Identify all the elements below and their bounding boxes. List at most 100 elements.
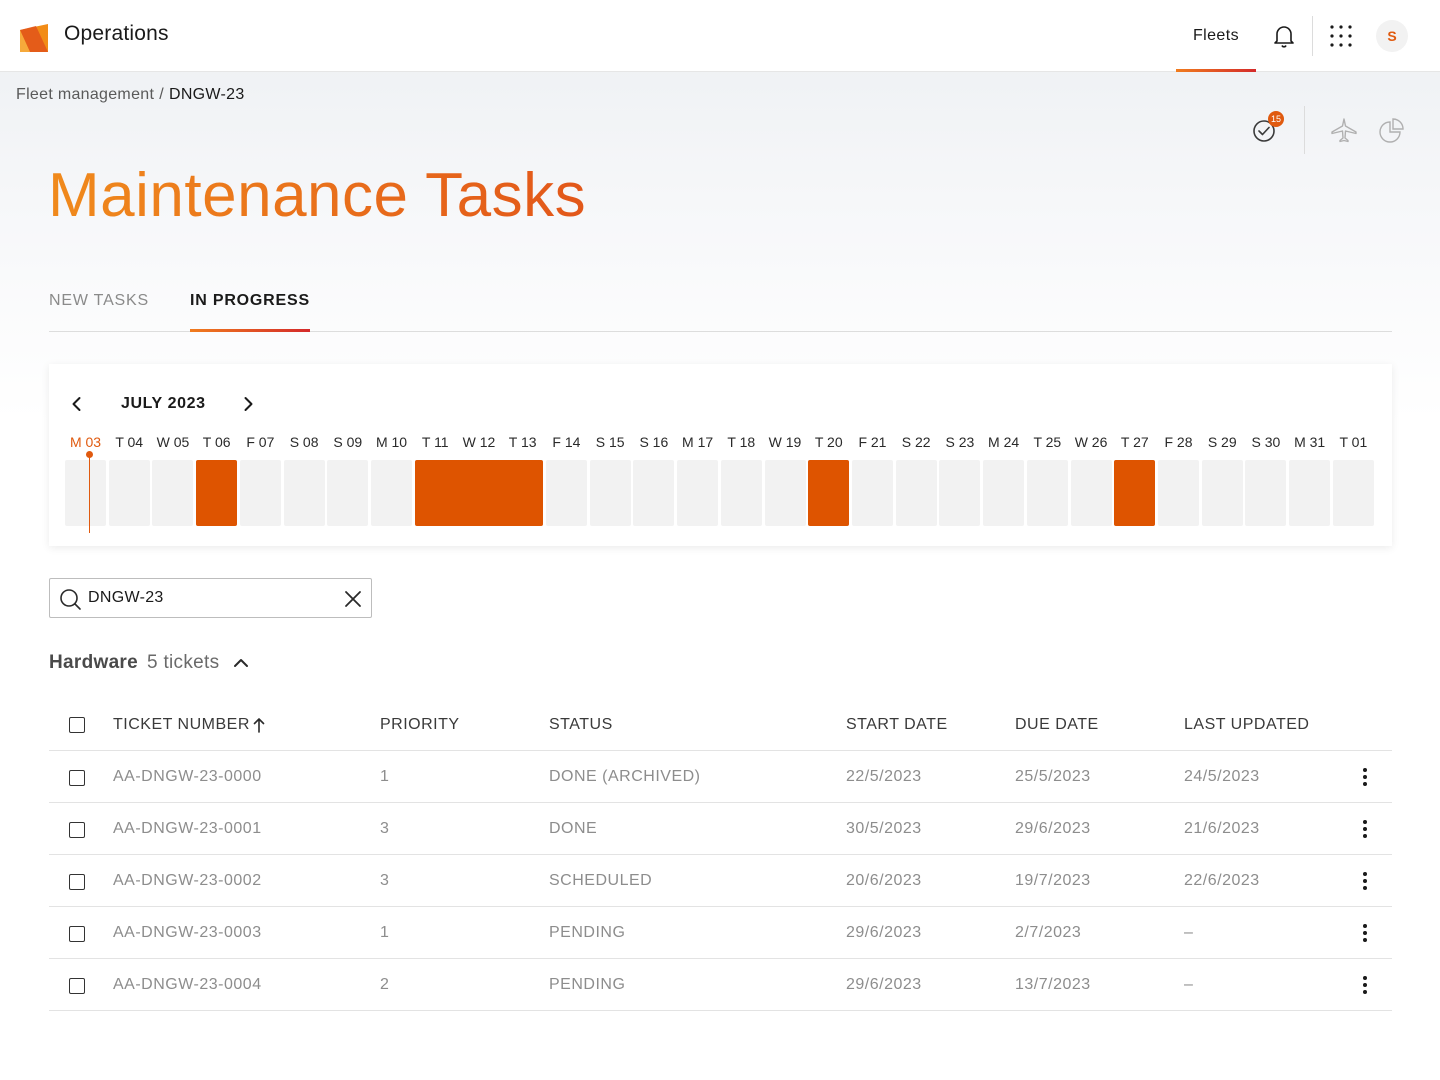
chevron-left-icon[interactable]: [67, 394, 87, 414]
cell-priority: 1: [380, 768, 390, 785]
table-row[interactable]: AA-DNGW-23-0002 3 SCHEDULED 20/6/2023 19/7/2…: [49, 855, 1392, 907]
avatar[interactable]: S: [1376, 20, 1408, 52]
calendar-day-cell[interactable]: [851, 460, 893, 526]
row-checkbox[interactable]: [69, 926, 85, 942]
calendar-day-cell[interactable]: [152, 460, 194, 526]
calendar-card: JULY 2023 M 03 T 04 W 05 T 06 F 07 S 08 S 09 M …: [49, 364, 1392, 546]
calendar-day-label: F 14: [552, 434, 581, 450]
more-vertical-icon[interactable]: [1355, 819, 1375, 839]
table-row[interactable]: AA-DNGW-23-0000 1 DONE (ARCHIVED) 22/5/2023…: [49, 751, 1392, 803]
calendar-day-cell[interactable]: [327, 460, 369, 526]
select-all-checkbox[interactable]: [69, 717, 85, 733]
calendar-day-labels: M 03 T 04 W 05 T 06 F 07 S 08 S 09 M 10 T 11 W 12…: [65, 434, 1377, 454]
cell-last-updated: –: [1184, 924, 1194, 941]
row-checkbox[interactable]: [69, 978, 85, 994]
calendar-day-label: M 10: [375, 434, 408, 450]
cell-due-date: 25/5/2023: [1015, 768, 1091, 785]
calendar-day-cell[interactable]: [1245, 460, 1287, 526]
calendar-day-label: S 23: [945, 434, 975, 450]
more-vertical-icon[interactable]: [1355, 767, 1375, 787]
airplane-icon[interactable]: [1330, 116, 1358, 144]
operations-logo[interactable]: [16, 20, 48, 52]
column-header-priority[interactable]: PRIORITY: [380, 716, 460, 734]
calendar-day-cell[interactable]: [239, 460, 281, 526]
calendar-task-block[interactable]: [414, 460, 544, 526]
cell-last-updated: 22/6/2023: [1184, 872, 1260, 889]
cell-start-date: 22/5/2023: [846, 768, 922, 785]
calendar-day-cell[interactable]: [1026, 460, 1068, 526]
tab-bar: NEW TASKS IN PROGRESS: [49, 272, 1392, 332]
more-vertical-icon[interactable]: [1355, 871, 1375, 891]
row-checkbox[interactable]: [69, 822, 85, 838]
breadcrumb-parent[interactable]: Fleet management: [16, 86, 154, 103]
column-header-ticket[interactable]: TICKET NUMBER: [113, 716, 250, 734]
pie-chart-icon[interactable]: [1378, 116, 1406, 144]
section-header[interactable]: Hardware 5 tickets: [49, 652, 251, 674]
calendar-day-cell[interactable]: [895, 460, 937, 526]
app-title: Operations: [64, 22, 169, 45]
chevron-up-icon[interactable]: [231, 653, 251, 673]
column-header-due-date[interactable]: DUE DATE: [1015, 716, 1099, 734]
calendar-day-cell[interactable]: [720, 460, 762, 526]
chevron-right-icon[interactable]: [238, 394, 258, 414]
search-input[interactable]: [88, 587, 328, 609]
cell-start-date: 20/6/2023: [846, 872, 922, 889]
calendar-day-label: F 07: [246, 434, 275, 450]
calendar-day-cell[interactable]: [108, 460, 150, 526]
calendar-day-cell[interactable]: [1332, 460, 1374, 526]
column-header-start-date[interactable]: START DATE: [846, 716, 948, 734]
column-header-status[interactable]: STATUS: [549, 716, 613, 734]
calendar-day-cell[interactable]: [677, 460, 719, 526]
sort-ascending-icon[interactable]: [252, 717, 266, 733]
calendar-day-label: M 17: [682, 434, 714, 450]
calendar-day-cell[interactable]: [633, 460, 675, 526]
calendar-day-label: M 24: [988, 434, 1020, 450]
calendar-day-cell[interactable]: [589, 460, 631, 526]
table-row[interactable]: AA-DNGW-23-0003 1 PENDING 29/6/2023 2/7/2023…: [49, 907, 1392, 959]
calendar-day-cell[interactable]: [65, 460, 106, 526]
row-checkbox[interactable]: [69, 874, 85, 890]
bell-icon[interactable]: [1272, 23, 1296, 49]
breadcrumb-current: DNGW-23: [168, 86, 245, 103]
calendar-day-cell[interactable]: [545, 460, 587, 526]
calendar-day-cell[interactable]: [1289, 460, 1331, 526]
nav-fleets[interactable]: Fleets: [1176, 0, 1256, 72]
calendar-day-cell[interactable]: [371, 460, 413, 526]
more-vertical-icon[interactable]: [1355, 923, 1375, 943]
calendar-day-cell[interactable]: [1070, 460, 1112, 526]
calendar-day-label: T 06: [202, 434, 231, 450]
top-bar: Operations Fleets S: [0, 0, 1440, 72]
tab-in-progress[interactable]: IN PROGRESS: [190, 292, 310, 332]
calendar-day-cell[interactable]: [283, 460, 325, 526]
apps-grid-icon[interactable]: [1329, 24, 1353, 48]
search-box: [49, 578, 372, 618]
calendar-day-cell[interactable]: [764, 460, 806, 526]
section-count: 5 tickets: [147, 652, 220, 673]
column-header-last-updated[interactable]: LAST UPDATED: [1184, 716, 1309, 734]
close-icon[interactable]: [342, 588, 364, 610]
tickets-table: TICKET NUMBER PRIORITY STATUS START DATE…: [49, 698, 1392, 1011]
calendar-day-label: T 25: [1033, 434, 1062, 450]
cell-last-updated: –: [1184, 976, 1194, 993]
cell-ticket-number: AA-DNGW-23-0004: [113, 976, 262, 993]
calendar-day-label: W 19: [768, 434, 802, 450]
table-row[interactable]: AA-DNGW-23-0004 2 PENDING 29/6/2023 13/7/202…: [49, 959, 1392, 1011]
calendar-day-cell[interactable]: [1201, 460, 1243, 526]
calendar-day-label: T 20: [814, 434, 843, 450]
table-row[interactable]: AA-DNGW-23-0001 3 DONE 30/5/2023 29/6/2023 21…: [49, 803, 1392, 855]
today-marker-dot: [86, 451, 93, 458]
more-vertical-icon[interactable]: [1355, 975, 1375, 995]
tab-new-tasks[interactable]: NEW TASKS: [49, 292, 149, 331]
calendar-task-block[interactable]: [808, 460, 850, 526]
calendar-day-cell[interactable]: [983, 460, 1025, 526]
calendar-task-block[interactable]: [1114, 460, 1156, 526]
calendar-task-block[interactable]: [196, 460, 238, 526]
row-checkbox[interactable]: [69, 770, 85, 786]
calendar-day-cell[interactable]: [939, 460, 981, 526]
calendar-day-label: W 26: [1074, 434, 1108, 450]
cell-last-updated: 24/5/2023: [1184, 768, 1260, 785]
tasks-count-badge: 15: [1268, 111, 1284, 127]
calendar-day-label: S 08: [289, 434, 319, 450]
calendar-day-cell[interactable]: [1158, 460, 1199, 526]
cell-priority: 3: [380, 820, 390, 837]
